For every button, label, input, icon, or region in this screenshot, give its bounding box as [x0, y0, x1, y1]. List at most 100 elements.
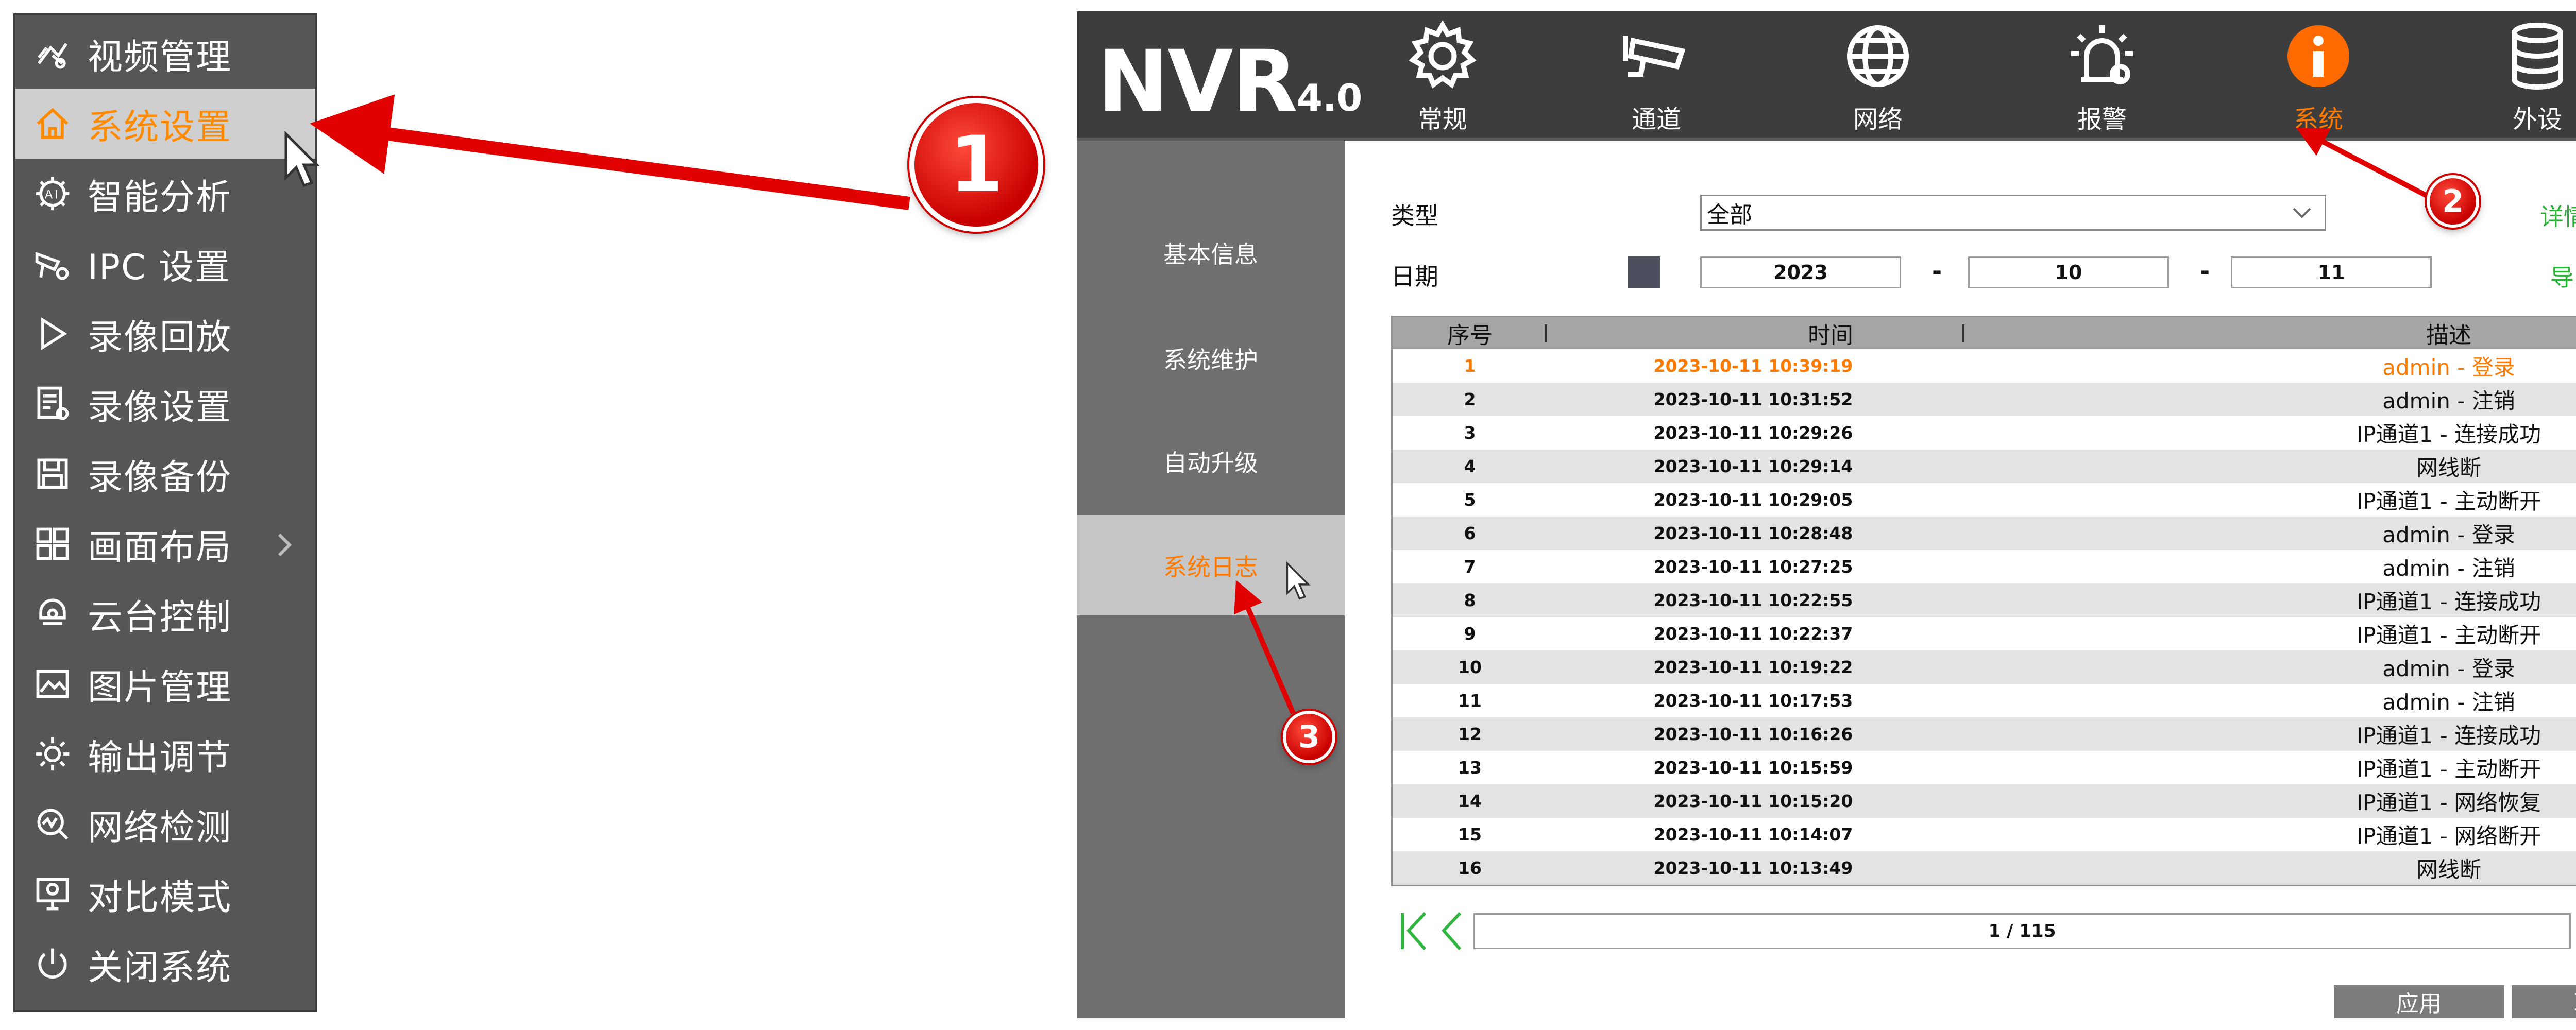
menu-item-label: 输出调节 [88, 737, 232, 778]
table-cell-desc: admin - 注销 [2382, 388, 2515, 414]
table-row[interactable]: 6 2023-10-11 10:28:48 admin - 登录 [1393, 517, 2576, 550]
menu-item-record-backup[interactable]: 录像备份 [15, 439, 315, 509]
column-header-id[interactable]: 序号 [1393, 317, 1547, 349]
table-row[interactable]: 13 2023-10-11 10:15:59 IP通道1 - 主动断开 [1393, 751, 2576, 784]
picture-icon [33, 664, 72, 703]
table-cell-id: 10 [1458, 657, 1482, 677]
column-header-desc[interactable]: 描述 [2268, 317, 2576, 349]
menu-item-system-settings[interactable]: 系统设置 [15, 89, 315, 159]
info-icon [2280, 18, 2357, 95]
table-row[interactable]: 5 2023-10-11 10:29:05 IP通道1 - 主动断开 [1393, 483, 2576, 517]
menu-item-shutdown[interactable]: 关闭系统 [15, 929, 315, 999]
tab-system[interactable]: 系统 [2249, 11, 2388, 138]
details-link[interactable]: 详情 [2540, 198, 2576, 232]
table-cell-time: 2023-10-11 10:29:26 [1653, 423, 1853, 443]
table-cell-time: 2023-10-11 10:27:25 [1653, 557, 1853, 577]
menu-item-picture-management[interactable]: 图片管理 [15, 649, 315, 719]
annotation-badge-1: 1 [909, 98, 1043, 232]
menu-item-ptz-control[interactable]: 云台控制 [15, 579, 315, 649]
table-cell-desc: admin - 注销 [2382, 556, 2515, 581]
table-cell-id: 7 [1464, 557, 1476, 577]
mouse-cursor-icon [284, 131, 319, 187]
date-picker-button[interactable] [1628, 256, 1660, 288]
menu-item-compare-mode[interactable]: 对比模式 [15, 859, 315, 929]
annotation-arrow-1 [310, 94, 910, 210]
nvr-header: NVR4.0 常规 通道 网络 报警 系统 外设 [1077, 11, 2576, 141]
brightness-icon [33, 734, 72, 774]
table-cell-id: 1 [1464, 356, 1476, 376]
table-row[interactable]: 9 2023-10-11 10:22:37 IP通道1 - 主动断开 [1393, 617, 2576, 650]
table-row[interactable]: 1 2023-10-11 10:39:19 admin - 登录 [1393, 349, 2576, 383]
gear-icon [1404, 18, 1481, 95]
table-cell-time: 2023-10-11 10:15:20 [1653, 791, 1853, 811]
tab-peripherals[interactable]: 外设 [2468, 11, 2576, 138]
menu-item-video-management[interactable]: 视频管理 [15, 19, 315, 89]
menu-item-record-settings[interactable]: 录像设置 [15, 369, 315, 439]
table-cell-time: 2023-10-11 10:29:05 [1653, 490, 1853, 510]
tab-alarm[interactable]: 报警 [2032, 11, 2172, 138]
table-row[interactable]: 12 2023-10-11 10:16:26 IP通道1 - 连接成功 [1393, 717, 2576, 751]
mouse-cursor-icon [1286, 561, 1310, 600]
database-icon [2499, 18, 2576, 95]
table-cell-desc: 网线断 [2416, 455, 2481, 480]
menu-item-label: 智能分析 [88, 177, 232, 218]
play-icon [33, 314, 72, 353]
menu-item-playback[interactable]: 录像回放 [15, 299, 315, 369]
type-select[interactable]: 全部 [1700, 195, 2326, 231]
year-field[interactable]: 2023 [1700, 256, 1901, 288]
table-row[interactable]: 14 2023-10-11 10:15:20 IP通道1 - 网络恢复 [1393, 784, 2576, 818]
table-cell-time: 2023-10-11 10:29:14 [1653, 456, 1853, 476]
log-table: 序号 时间 描述 1 2023-10-11 10:39:19 admin - 登录 2… [1391, 316, 2576, 886]
day-field[interactable]: 11 [2231, 256, 2432, 288]
table-cell-desc: IP通道1 - 网络恢复 [2356, 790, 2541, 815]
menu-item-output-adjust[interactable]: 输出调节 [15, 719, 315, 789]
table-row[interactable]: 16 2023-10-11 10:13:49 网线断 [1393, 851, 2576, 885]
table-row[interactable]: 3 2023-10-11 10:29:26 IP通道1 - 连接成功 [1393, 416, 2576, 450]
sidebar-item-auto-upgrade[interactable]: 自动升级 [1077, 411, 1345, 511]
sidebar-item-basic-info[interactable]: 基本信息 [1077, 202, 1345, 303]
alarm-light-icon [2063, 18, 2141, 95]
menu-item-smart-analysis[interactable]: AI 智能分析 [15, 159, 315, 229]
apply-button[interactable]: 应用 [2334, 985, 2504, 1018]
table-cell-desc: 网线断 [2416, 857, 2481, 882]
table-row[interactable]: 15 2023-10-11 10:14:07 IP通道1 - 网络断开 [1393, 818, 2576, 851]
menu-item-network-check[interactable]: 网络检测 [15, 789, 315, 859]
table-row[interactable]: 2 2023-10-11 10:31:52 admin - 注销 [1393, 383, 2576, 416]
column-header-time[interactable]: 时间 [1547, 317, 2114, 349]
power-icon [33, 945, 72, 984]
menu-item-screen-layout[interactable]: 画面布局 [15, 509, 315, 579]
table-cell-desc: admin - 登录 [2382, 656, 2515, 681]
export-link[interactable]: 导出 [2550, 259, 2576, 293]
menu-item-label: 云台控制 [88, 597, 232, 638]
chevron-right-icon [274, 528, 295, 559]
table-cell-id: 8 [1464, 590, 1476, 610]
record-settings-icon [33, 384, 72, 423]
menu-item-ipc-settings[interactable]: IPC 设置 [15, 229, 315, 299]
table-row[interactable]: 11 2023-10-11 10:17:53 admin - 注销 [1393, 684, 2576, 717]
table-cell-desc: IP通道1 - 主动断开 [2356, 757, 2541, 782]
table-cell-id: 4 [1464, 456, 1476, 476]
tab-general[interactable]: 常规 [1373, 11, 1512, 138]
table-cell-id: 5 [1464, 490, 1476, 510]
column-resize-handle[interactable] [1962, 324, 1964, 342]
cancel-button[interactable]: 取消 [2512, 985, 2576, 1018]
annotation-badge-3: 3 [1283, 711, 1335, 763]
prev-page-button[interactable] [1433, 908, 1469, 954]
month-field[interactable]: 10 [1968, 256, 2169, 288]
menu-item-label: 录像备份 [88, 457, 232, 498]
first-page-button[interactable] [1396, 908, 1432, 954]
tab-channel[interactable]: 通道 [1587, 11, 1726, 138]
table-cell-desc: admin - 登录 [2382, 522, 2515, 547]
table-cell-desc: admin - 登录 [2382, 355, 2515, 380]
table-row[interactable]: 4 2023-10-11 10:29:14 网线断 [1393, 450, 2576, 483]
sidebar-item-system-maintenance[interactable]: 系统维护 [1077, 308, 1345, 408]
menu-item-label: 画面布局 [88, 527, 232, 568]
table-header: 序号 时间 描述 [1393, 317, 2576, 349]
table-row[interactable]: 7 2023-10-11 10:27:25 admin - 注销 [1393, 550, 2576, 583]
table-cell-id: 3 [1464, 423, 1476, 443]
table-cell-id: 11 [1458, 691, 1482, 711]
table-row[interactable]: 8 2023-10-11 10:22:55 IP通道1 - 连接成功 [1393, 583, 2576, 617]
table-row[interactable]: 10 2023-10-11 10:19:22 admin - 登录 [1393, 650, 2576, 684]
video-management-icon [33, 34, 72, 73]
tab-network[interactable]: 网络 [1808, 11, 1947, 138]
